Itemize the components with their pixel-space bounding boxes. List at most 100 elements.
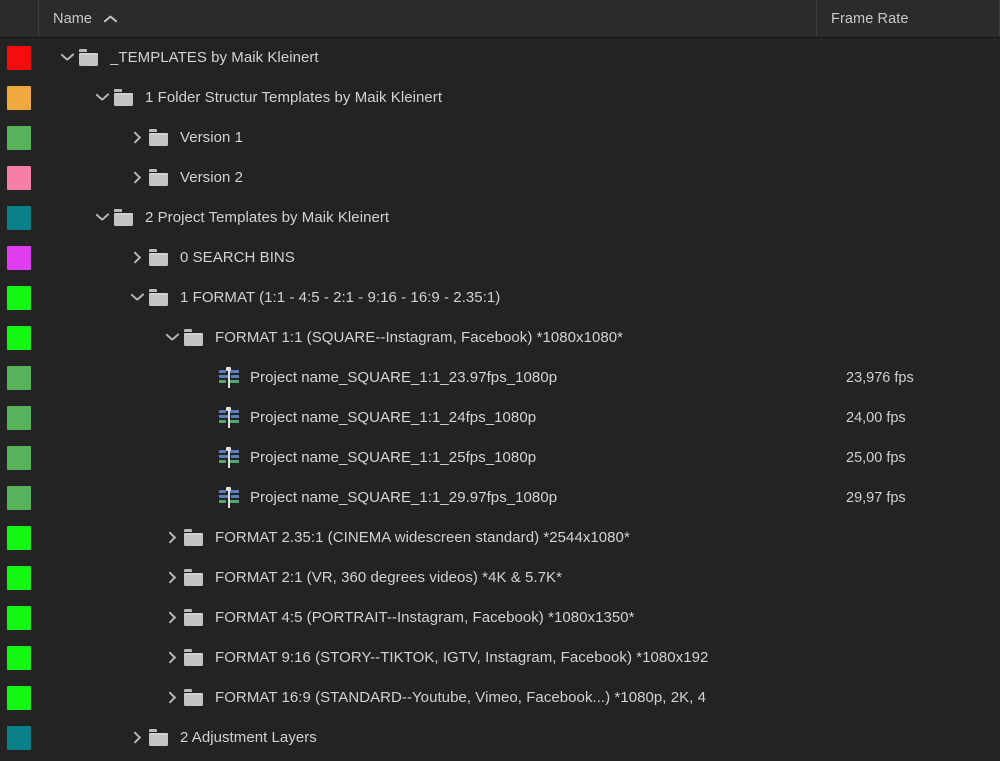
label-color-bright-green xyxy=(7,525,31,550)
item-name-label: 2 Project Templates by Maik Kleinert xyxy=(145,209,390,226)
item-name-label: Version 2 xyxy=(180,169,243,186)
frame-rate-value: 24,00 fps xyxy=(846,409,906,426)
chevron-right-icon[interactable] xyxy=(161,518,183,557)
indent-spacer xyxy=(38,417,196,418)
label-color-cell[interactable] xyxy=(0,598,38,637)
name-cell: Project name_SQUARE_1:1_24fps_1080p xyxy=(38,398,832,437)
item-name-label: FORMAT 4:5 (PORTRAIT--Instagram, Faceboo… xyxy=(215,609,635,626)
label-color-bright-green xyxy=(7,605,31,630)
indent-spacer xyxy=(38,297,126,298)
table-row[interactable]: FORMAT 4:5 (PORTRAIT--Instagram, Faceboo… xyxy=(0,598,1000,638)
table-row[interactable]: 1 FORMAT (1:1 - 4:5 - 2:1 - 9:16 - 16:9 … xyxy=(0,278,1000,318)
label-color-bright-green xyxy=(7,285,31,310)
label-color-cell[interactable] xyxy=(0,118,38,157)
label-color-bright-green xyxy=(7,325,31,350)
label-color-cell[interactable] xyxy=(0,358,38,397)
label-color-cell[interactable] xyxy=(0,198,38,237)
item-name-label: Project name_SQUARE_1:1_24fps_1080p xyxy=(250,409,537,426)
label-color-cell[interactable] xyxy=(0,438,38,477)
table-row[interactable]: FORMAT 16:9 (STANDARD--Youtube, Vimeo, F… xyxy=(0,678,1000,718)
folder-icon xyxy=(183,528,205,547)
folder-icon xyxy=(148,168,170,187)
chevron-right-icon[interactable] xyxy=(126,158,148,197)
label-color-cell[interactable] xyxy=(0,638,38,677)
label-color-cell[interactable] xyxy=(0,318,38,357)
chevron-down-icon[interactable] xyxy=(91,78,113,117)
folder-icon xyxy=(148,728,170,747)
name-cell: 1 FORMAT (1:1 - 4:5 - 2:1 - 9:16 - 16:9 … xyxy=(38,278,832,317)
name-cell: 2 Adjustment Layers xyxy=(38,718,832,757)
header-name-label: Name xyxy=(53,10,93,27)
chevron-right-icon[interactable] xyxy=(161,638,183,677)
table-row[interactable]: FORMAT 2.35:1 (CINEMA widescreen standar… xyxy=(0,518,1000,558)
chevron-down-icon[interactable] xyxy=(161,318,183,357)
table-row[interactable]: FORMAT 2:1 (VR, 360 degrees videos) *4K … xyxy=(0,558,1000,598)
chevron-right-icon[interactable] xyxy=(161,558,183,597)
table-row[interactable]: FORMAT 1:1 (SQUARE--Instagram, Facebook)… xyxy=(0,318,1000,358)
table-row[interactable]: Version 1 xyxy=(0,118,1000,158)
label-color-cell[interactable] xyxy=(0,38,38,77)
item-name-label: FORMAT 16:9 (STANDARD--Youtube, Vimeo, F… xyxy=(215,689,706,706)
frame-rate-cell: 25,00 fps xyxy=(832,438,1000,477)
indent-spacer xyxy=(38,577,161,578)
frame-rate-cell xyxy=(832,318,1000,357)
disclosure-spacer xyxy=(196,438,218,477)
chevron-right-icon[interactable] xyxy=(126,238,148,277)
chevron-right-icon[interactable] xyxy=(126,118,148,157)
table-row[interactable]: Project name_SQUARE_1:1_23.97fps_1080p 23… xyxy=(0,358,1000,398)
label-color-cell[interactable] xyxy=(0,718,38,757)
chevron-right-icon[interactable] xyxy=(126,718,148,757)
label-color-cell[interactable] xyxy=(0,478,38,517)
label-color-cell[interactable] xyxy=(0,398,38,437)
item-name-label: _TEMPLATES by Maik Kleinert xyxy=(110,49,319,66)
table-row[interactable]: 1 Folder Structur Templates by Maik Klei… xyxy=(0,78,1000,118)
indent-spacer xyxy=(38,617,161,618)
label-color-cell[interactable] xyxy=(0,278,38,317)
table-row[interactable]: FORMAT 9:16 (STORY--TIKTOK, IGTV, Instag… xyxy=(0,638,1000,678)
indent-spacer xyxy=(38,217,91,218)
label-color-cell[interactable] xyxy=(0,238,38,277)
frame-rate-cell xyxy=(832,38,1000,77)
table-row[interactable]: Project name_SQUARE_1:1_29.97fps_1080p 29… xyxy=(0,478,1000,518)
name-cell: FORMAT 1:1 (SQUARE--Instagram, Facebook)… xyxy=(38,318,832,357)
header-frame-rate-column[interactable]: Frame Rate xyxy=(817,0,1000,37)
name-cell: FORMAT 4:5 (PORTRAIT--Instagram, Faceboo… xyxy=(38,598,832,637)
table-row[interactable]: _TEMPLATES by Maik Kleinert xyxy=(0,38,1000,78)
label-color-green xyxy=(7,485,31,510)
indent-spacer xyxy=(38,97,91,98)
frame-rate-cell xyxy=(832,518,1000,557)
table-row[interactable]: Version 2 xyxy=(0,158,1000,198)
name-cell: FORMAT 9:16 (STORY--TIKTOK, IGTV, Instag… xyxy=(38,638,832,677)
label-color-green xyxy=(7,365,31,390)
frame-rate-cell xyxy=(832,638,1000,677)
label-color-teal xyxy=(7,205,31,230)
folder-icon xyxy=(183,688,205,707)
label-color-cell[interactable] xyxy=(0,158,38,197)
chevron-down-icon[interactable] xyxy=(56,38,78,77)
label-color-cell[interactable] xyxy=(0,78,38,117)
name-cell: FORMAT 16:9 (STANDARD--Youtube, Vimeo, F… xyxy=(38,678,832,717)
chevron-right-icon[interactable] xyxy=(161,598,183,637)
folder-icon xyxy=(113,208,135,227)
label-color-cell[interactable] xyxy=(0,558,38,597)
label-color-cell[interactable] xyxy=(0,678,38,717)
label-color-cell[interactable] xyxy=(0,518,38,557)
frame-rate-cell: 23,976 fps xyxy=(832,358,1000,397)
table-row[interactable]: Project name_SQUARE_1:1_24fps_1080p 24,00… xyxy=(0,398,1000,438)
label-color-teal xyxy=(7,725,31,750)
indent-spacer xyxy=(38,457,196,458)
chevron-down-icon[interactable] xyxy=(126,278,148,317)
table-row[interactable]: 2 Project Templates by Maik Kleinert xyxy=(0,198,1000,238)
frame-rate-value: 23,976 fps xyxy=(846,369,914,386)
label-color-green xyxy=(7,445,31,470)
table-row[interactable]: 0 SEARCH BINS xyxy=(0,238,1000,278)
frame-rate-cell xyxy=(832,238,1000,277)
header-name-column[interactable]: Name xyxy=(39,0,817,37)
folder-icon xyxy=(148,128,170,147)
chevron-right-icon[interactable] xyxy=(161,678,183,717)
label-color-bright-green xyxy=(7,685,31,710)
project-item-list: _TEMPLATES by Maik Kleinert 1 Folder Stru… xyxy=(0,38,1000,761)
table-row[interactable]: 2 Adjustment Layers xyxy=(0,718,1000,758)
table-row[interactable]: Project name_SQUARE_1:1_25fps_1080p 25,00… xyxy=(0,438,1000,478)
chevron-down-icon[interactable] xyxy=(91,198,113,237)
